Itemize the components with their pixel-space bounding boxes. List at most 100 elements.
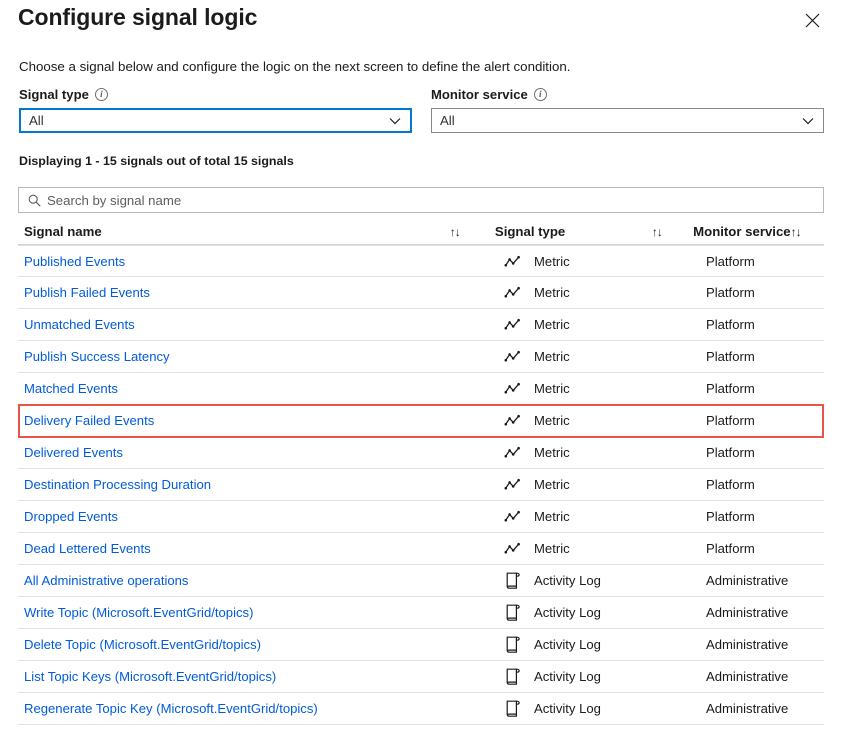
monitor-service-text: Platform [706,317,755,332]
sort-arrows-icon[interactable]: ↑↓ [791,225,802,239]
monitor-service-dropdown[interactable]: All [431,108,824,133]
table-row[interactable]: Publish Failed Events Metric Platform [18,277,824,309]
search-icon [19,194,47,207]
table-row[interactable]: Delivered Events Metric Platform [18,437,824,469]
monitor-service-text: Platform [706,445,755,460]
monitor-service-text: Platform [706,381,755,396]
header-cell-signal-type: Signal type [495,224,652,239]
cell-signal-type: Metric [504,317,664,332]
signal-type-text: Metric [534,381,570,396]
sort-signal-type[interactable]: ↑↓ [652,225,691,239]
info-icon[interactable]: i [533,88,547,101]
metric-line-chart-icon [504,510,534,523]
monitor-service-text: Platform [706,477,755,492]
header-label: Monitor service [693,224,791,239]
chevron-down-icon [389,117,410,125]
activity-log-scroll-icon [504,571,534,590]
table-row[interactable]: Published Events Metric Platform [18,245,824,277]
signal-type-text: Metric [534,253,570,269]
monitor-service-label: Monitor service i [431,86,824,103]
table-row[interactable]: Delete Topic (Microsoft.EventGrid/topics… [18,629,824,661]
metric-line-chart-icon [504,286,534,299]
signal-name-link[interactable]: Write Topic (Microsoft.EventGrid/topics) [24,605,253,620]
monitor-service-text: Administrative [706,669,789,684]
signal-name-link[interactable]: List Topic Keys (Microsoft.EventGrid/top… [24,669,276,684]
signal-type-text: Metric [534,317,570,332]
search-box[interactable] [18,187,824,213]
signal-count-text: Displaying 1 - 15 signals out of total 1… [19,154,294,168]
cell-signal-name: Dead Lettered Events [18,541,458,556]
signal-name-link[interactable]: All Administrative operations [24,573,188,588]
table-row[interactable]: List Topic Keys (Microsoft.EventGrid/top… [18,661,824,693]
signal-name-link[interactable]: Publish Failed Events [24,285,150,300]
table-row[interactable]: Matched Events Metric Platform [18,373,824,405]
signal-type-text: Activity Log [534,701,601,716]
cell-signal-name: Destination Processing Duration [18,477,458,492]
monitor-service-text: Platform [706,349,755,364]
cell-monitor-service: Administrative [704,701,790,716]
header-label: Signal name [24,224,102,239]
table-row[interactable]: Write Topic (Microsoft.EventGrid/topics)… [18,597,824,629]
cell-signal-type: Metric [504,349,664,364]
monitor-service-text: Platform [706,509,755,524]
header-cell-signal-name: Signal name [18,224,450,239]
table-row[interactable]: Delivery Failed Events Metric Platform [18,405,824,437]
metric-line-chart-icon [504,478,534,491]
cell-monitor-service: Platform [704,509,790,524]
search-input[interactable] [47,188,823,212]
signal-name-link[interactable]: Publish Success Latency [24,349,170,364]
filter-row: Signal type i All Monitor service i All [19,86,824,133]
cell-monitor-service: Administrative [704,669,790,684]
metric-line-chart-icon [504,446,534,459]
cell-signal-name: Delivered Events [18,445,458,460]
signal-name-link[interactable]: Regenerate Topic Key (Microsoft.EventGri… [24,701,318,716]
signal-name-link[interactable]: Delivery Failed Events [24,413,154,428]
cell-signal-type: Activity Log [504,667,664,686]
signal-name-link[interactable]: Dropped Events [24,509,118,524]
cell-signal-name: Published Events [18,254,458,269]
cell-monitor-service: Platform [704,477,790,492]
signal-name-link[interactable]: Matched Events [24,381,118,396]
signal-type-text: Metric [534,477,570,492]
table-header-row: Signal name ↑↓ Signal type ↑↓ Monitor se… [18,219,824,245]
table-row[interactable]: Dropped Events Metric Platform [18,501,824,533]
info-icon[interactable]: i [94,88,108,101]
activity-log-scroll-icon [504,603,534,622]
cell-signal-type: Metric [504,509,664,524]
signal-name-link[interactable]: Delivered Events [24,445,123,460]
signal-name-link[interactable]: Published Events [24,254,125,269]
metric-line-chart-icon [504,255,534,268]
monitor-service-text: Platform [706,413,755,428]
sort-arrows-icon[interactable]: ↑↓ [450,225,461,239]
table-row[interactable]: Destination Processing Duration Metric Pla… [18,469,824,501]
cell-signal-name: Unmatched Events [18,317,458,332]
table-row[interactable]: Unmatched Events Metric Platform [18,309,824,341]
close-button[interactable] [798,6,826,34]
table-row[interactable]: Publish Success Latency Metric Platform [18,341,824,373]
cell-monitor-service: Platform [704,254,790,269]
blade-header: Configure signal logic [0,0,842,46]
header-label: Signal type [494,224,566,239]
cell-signal-name: Delivery Failed Events [18,413,458,428]
cell-monitor-service: Platform [704,285,790,300]
cell-signal-type: Metric [504,445,664,460]
table-row[interactable]: Regenerate Topic Key (Microsoft.EventGri… [18,693,824,725]
monitor-service-text: Administrative [706,573,789,588]
cell-signal-name: Delete Topic (Microsoft.EventGrid/topics… [18,637,458,652]
cell-signal-name: Dropped Events [18,509,458,524]
sort-signal-name[interactable]: ↑↓ [450,225,495,239]
signal-type-text: Activity Log [534,669,601,684]
signal-name-link[interactable]: Unmatched Events [24,317,135,332]
signal-type-text: Metric [534,285,570,300]
signal-type-value: All [29,113,44,128]
sort-arrows-icon[interactable]: ↑↓ [652,225,663,239]
table-row[interactable]: Dead Lettered Events Metric Platform [18,533,824,565]
sort-monitor-service[interactable]: ↑↓ [791,225,824,239]
signal-name-link[interactable]: Dead Lettered Events [24,541,151,556]
signal-type-dropdown[interactable]: All [19,108,412,133]
signal-name-link[interactable]: Delete Topic (Microsoft.EventGrid/topics… [24,637,261,652]
monitor-service-text: Administrative [706,637,789,652]
table-row[interactable]: All Administrative operations Activity Lo… [18,565,824,597]
signal-type-text: Activity Log [534,605,601,620]
signal-name-link[interactable]: Destination Processing Duration [24,477,211,492]
